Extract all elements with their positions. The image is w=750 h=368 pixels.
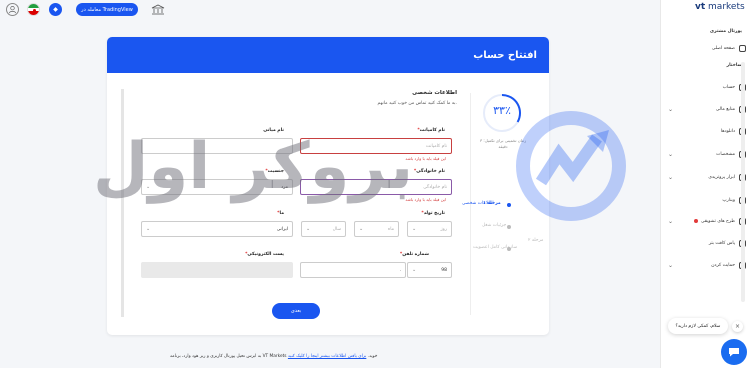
first-name-error: این فیلد باید با وارد باشد bbox=[405, 156, 446, 161]
user-icon[interactable] bbox=[6, 3, 19, 16]
step-1-label: اطلاعات شخصی bbox=[462, 201, 494, 206]
country-select[interactable]: ⌄ ایرانی bbox=[141, 221, 293, 237]
phone-code-select[interactable]: ⌄ 98 bbox=[407, 262, 452, 278]
divider bbox=[121, 89, 124, 317]
email-label: *پست الکترونیکی bbox=[245, 252, 284, 257]
footer-link[interactable]: برای یافتن اطلاعات بیشتر اینجا را کلیک ک… bbox=[288, 354, 366, 359]
home-icon bbox=[739, 44, 746, 52]
chevron-down-icon: ⌄ bbox=[146, 226, 151, 232]
sidebar-item-profile[interactable]: ⌄ مشخصات bbox=[668, 149, 746, 159]
progress-percent: ۳۳٪ bbox=[493, 104, 511, 117]
sidebar-item-funds[interactable]: ⌄ منابع مالی bbox=[668, 104, 746, 114]
card-title: افتتاح حساب bbox=[107, 37, 549, 73]
first-name-field[interactable]: نام کامپانت bbox=[300, 138, 452, 154]
last-name-field[interactable]: نام خانوادگی bbox=[300, 179, 452, 195]
sidebar-item-cashback[interactable]: پاس کافت بتر bbox=[668, 238, 746, 248]
chevron-down-icon: ⌄ bbox=[146, 184, 151, 190]
first-name-label: *نام کامپانت bbox=[417, 128, 445, 133]
gender-label: *جنسیت bbox=[265, 169, 284, 174]
chat-button[interactable] bbox=[721, 339, 747, 365]
last-name-error: این فیلد باید با وارد باشد bbox=[405, 197, 446, 202]
dob-label: *تاریخ تولد bbox=[421, 211, 445, 216]
dob-day-select[interactable]: ⌄ روز bbox=[407, 221, 452, 237]
chevron-down-icon: ⌄ bbox=[668, 262, 674, 269]
close-icon[interactable]: × bbox=[732, 321, 743, 332]
section-description: به ما کمک کنید تماس من خوب کنید مانهم. bbox=[377, 101, 457, 106]
tradingview-button[interactable]: معامله در TradingView bbox=[76, 3, 138, 16]
last-name-label: *نام خانوادگی bbox=[413, 169, 445, 174]
dob-month-select[interactable]: ⌄ ماه bbox=[354, 221, 399, 237]
sidebar-item-account[interactable]: حساب bbox=[668, 82, 746, 92]
sidebar-item-tools[interactable]: ⌄ ابزار پروتریدی bbox=[668, 172, 746, 182]
chevron-down-icon: ⌄ bbox=[668, 174, 674, 181]
open-account-card: افتتاح حساب ۳۳٪ زمان تخمینی برای تکمیل: … bbox=[107, 37, 549, 335]
chevron-down-icon: ⌄ bbox=[359, 226, 364, 232]
chevron-down-icon: ⌄ bbox=[668, 218, 674, 225]
progress-note: زمان تخمینی برای تکمیل: ۳ دقیقه bbox=[479, 138, 526, 149]
country-label: *ما bbox=[277, 211, 284, 216]
notification-dot bbox=[694, 219, 699, 223]
email-field[interactable] bbox=[141, 262, 293, 278]
middle-name-label: نام میانی bbox=[263, 128, 284, 133]
chat-greeting[interactable]: سلام، کمکی لازم دارید؟ bbox=[668, 318, 728, 334]
sidebar-item-downloads[interactable]: دانلودها bbox=[668, 126, 746, 136]
sidebar-item-home[interactable]: صفحه اصلی bbox=[668, 43, 746, 53]
step-dot bbox=[507, 203, 511, 207]
step-2-label: جزئیات شغل bbox=[482, 223, 507, 228]
step-3-number: مرحله ۲ bbox=[528, 238, 544, 243]
step-dot bbox=[507, 247, 511, 251]
phone-label: *شماره تلفن bbox=[399, 252, 429, 257]
section-title: اطلاعات شخصی bbox=[412, 90, 457, 96]
notification-icon[interactable]: ◆ bbox=[49, 3, 62, 16]
step-dot bbox=[507, 225, 511, 229]
sidebar-scrollbar[interactable] bbox=[741, 62, 745, 302]
portal-heading: پورتال مشتری bbox=[709, 29, 742, 34]
chat-icon bbox=[729, 348, 739, 357]
bank-icon[interactable] bbox=[151, 4, 165, 15]
section-heading: ساختار bbox=[726, 63, 742, 68]
chevron-down-icon: ⌄ bbox=[412, 267, 417, 273]
top-bar: ◆ معامله در TradingView bbox=[0, 0, 660, 20]
sidebar-item-support[interactable]: ⌄ حمایت کردن bbox=[668, 260, 746, 270]
gender-select[interactable]: ⌄ مرد bbox=[141, 179, 293, 195]
chevron-down-icon: ⌄ bbox=[668, 106, 674, 113]
middle-name-field[interactable] bbox=[141, 138, 293, 154]
sidebar-item-webinar[interactable]: وبنارپ bbox=[668, 195, 746, 205]
sidebar bbox=[660, 0, 750, 368]
phone-input[interactable]: . bbox=[300, 262, 406, 278]
next-button[interactable]: بعدی bbox=[272, 303, 320, 319]
iran-flag-icon[interactable] bbox=[27, 3, 40, 16]
sidebar-item-promotions[interactable]: ⌄ طرح های تشویقی bbox=[668, 216, 746, 226]
chevron-down-icon: ⌄ bbox=[306, 226, 311, 232]
chevron-down-icon: ⌄ bbox=[668, 151, 674, 158]
dob-year-select[interactable]: ⌄ سال bbox=[301, 221, 346, 237]
chevron-down-icon: ⌄ bbox=[412, 226, 417, 232]
footer-note: به ابرس تحیل پورتال کاربری و ربر هود وار… bbox=[170, 354, 378, 359]
brand-logo[interactable]: vt markets bbox=[695, 2, 745, 12]
